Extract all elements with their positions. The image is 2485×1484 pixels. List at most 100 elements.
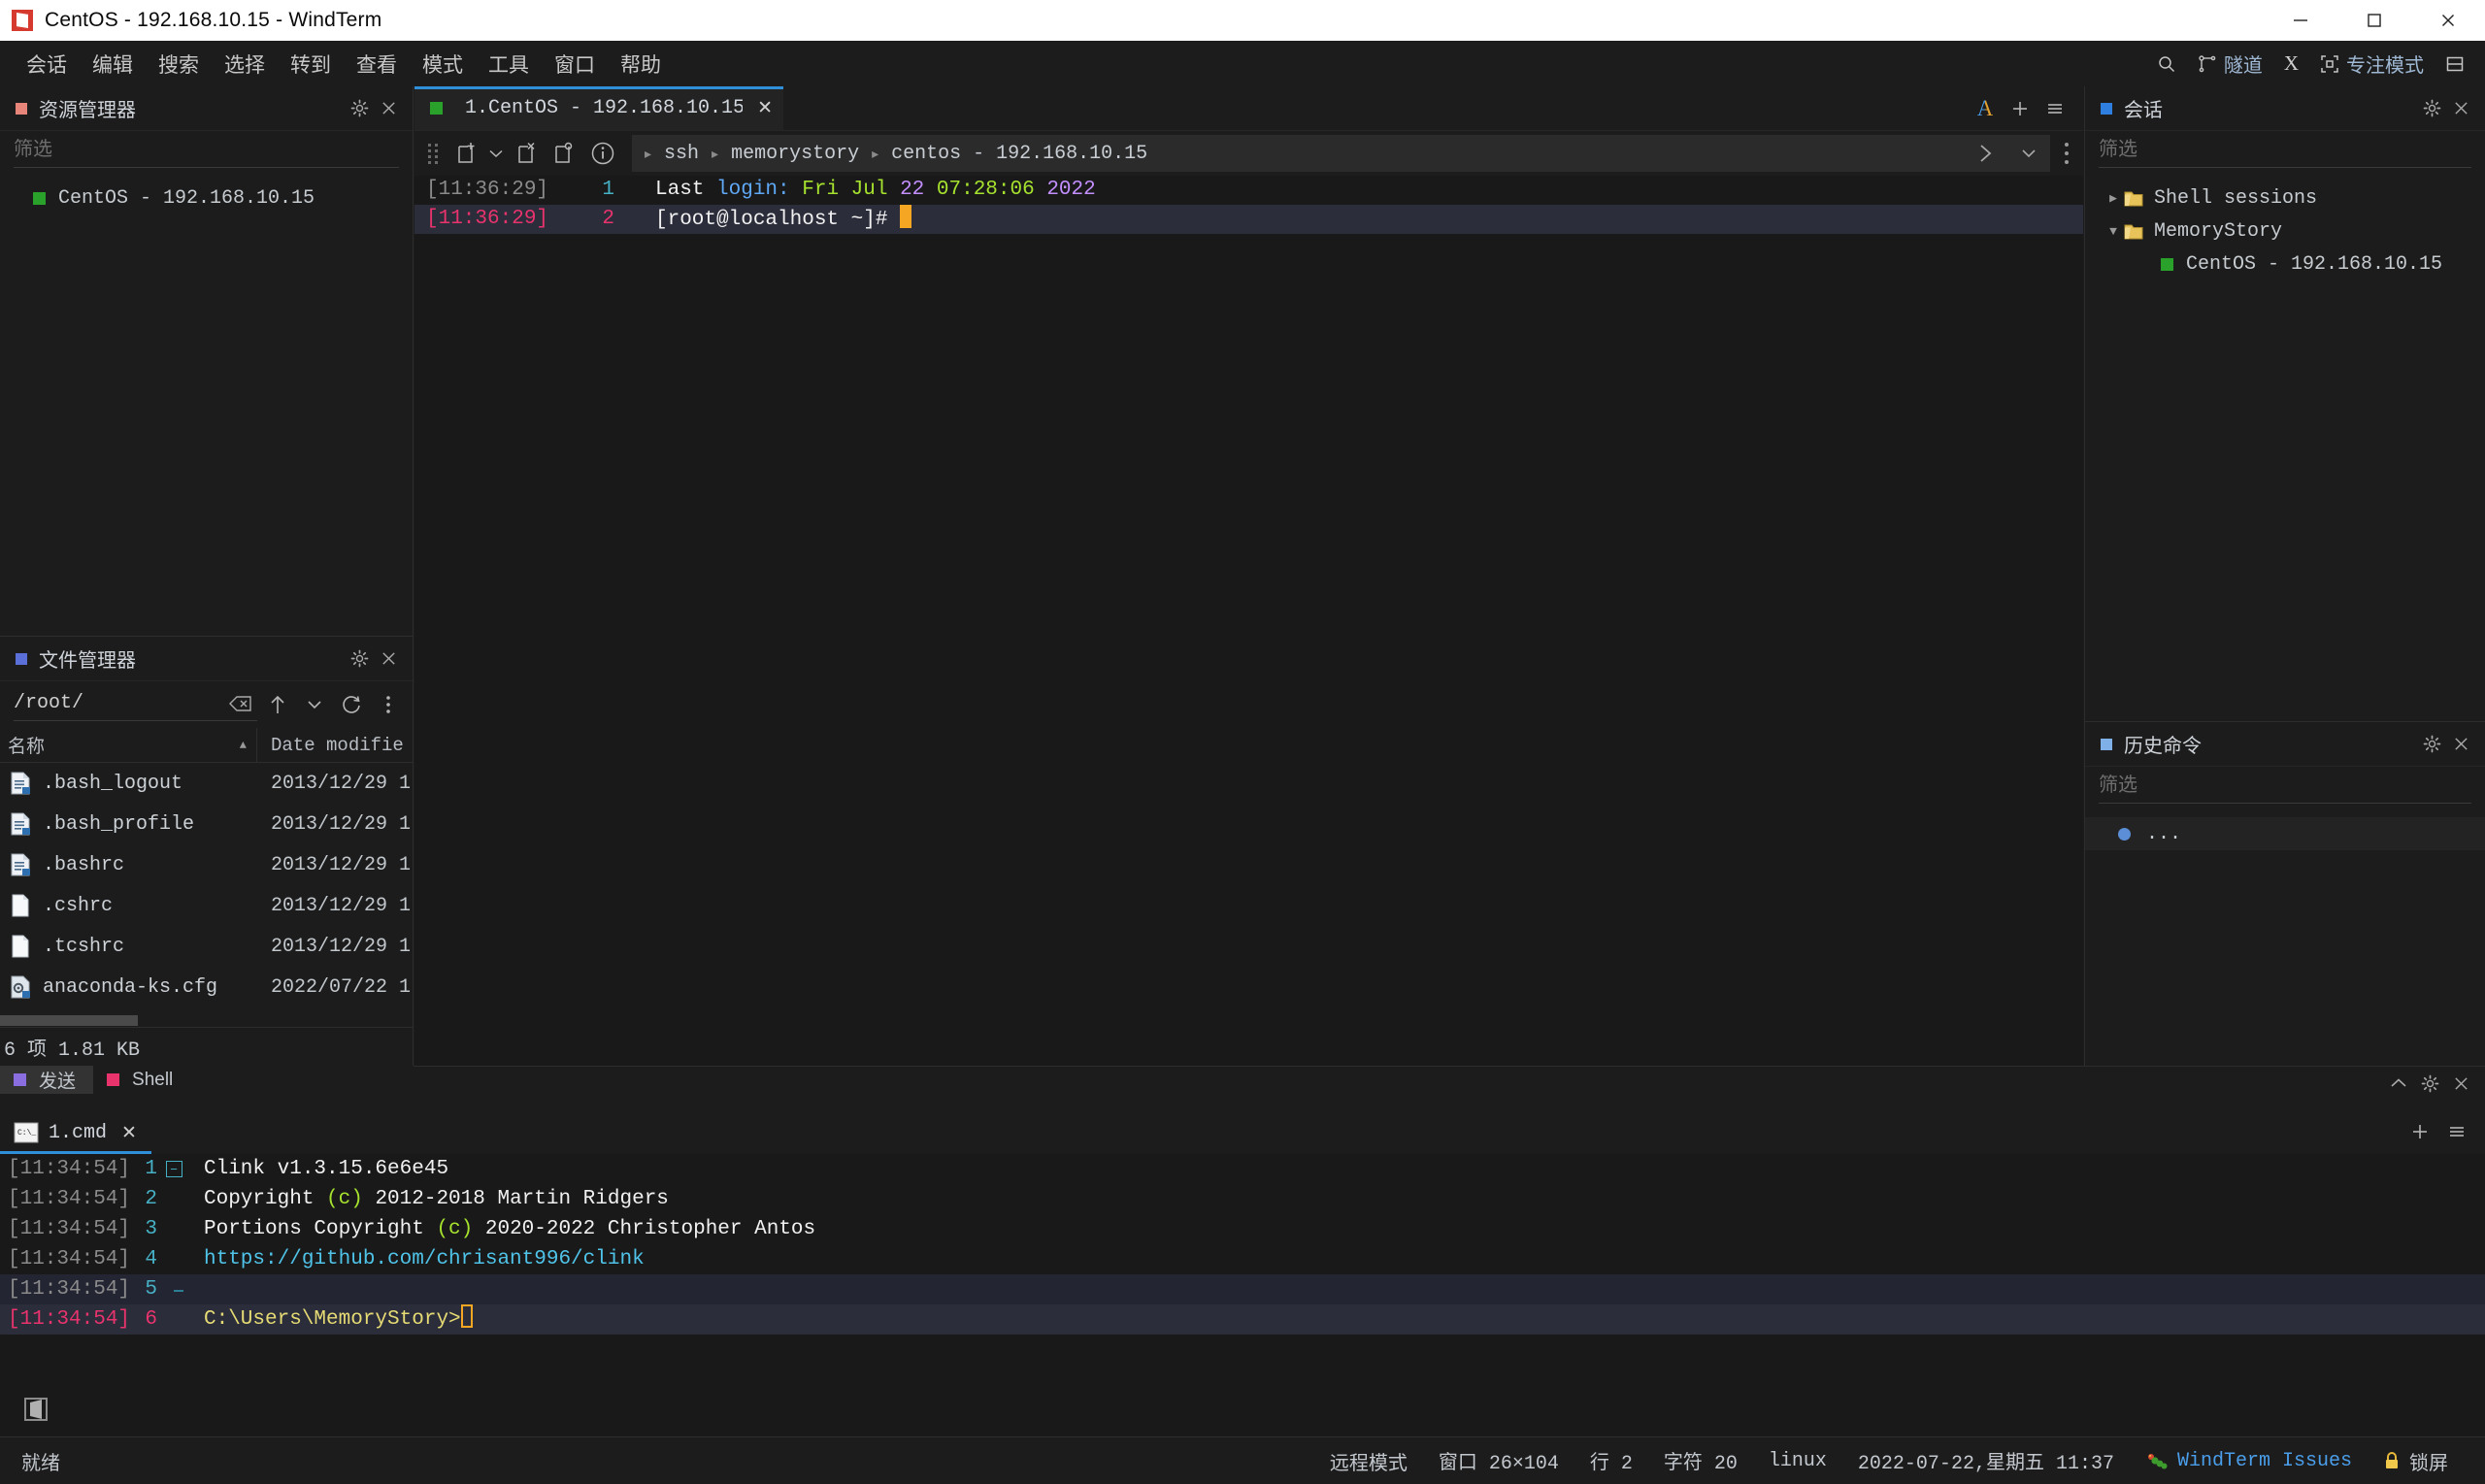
shell-panel-collapse-icon[interactable]	[2384, 1069, 2413, 1098]
tunnel-button[interactable]: 隧道	[2187, 45, 2273, 82]
history-close-icon[interactable]	[2446, 730, 2475, 759]
close-button[interactable]	[2411, 0, 2485, 41]
file-row[interactable]: .cshrc 2013/12/29 1	[0, 885, 413, 926]
minimize-button[interactable]	[2264, 0, 2337, 41]
explorer-close-icon[interactable]	[374, 94, 403, 123]
file-manager-more-icon[interactable]	[372, 689, 405, 720]
menu-view[interactable]: 查看	[344, 46, 410, 82]
fold-toggle-icon[interactable]: −	[157, 1161, 190, 1177]
history-filter-input[interactable]	[2099, 773, 2471, 804]
menu-search[interactable]: 搜索	[146, 46, 212, 82]
sessions-item-centos[interactable]: CentOS - 192.168.10.15	[2085, 247, 2485, 280]
run-command-icon[interactable]	[1965, 135, 2007, 172]
ssh-terminal-output[interactable]: [11:36:29] 1 Last login: Fri Jul 22 07:2…	[414, 176, 2083, 1066]
breadcrumb-user[interactable]: memorystory	[721, 140, 869, 168]
close-session-icon[interactable]	[508, 137, 545, 170]
terminal-tab-close-icon[interactable]: ✕	[752, 96, 778, 121]
reopen-session-icon[interactable]	[545, 137, 581, 170]
status-lock-screen[interactable]: 锁屏	[2368, 1443, 2464, 1479]
status-chars[interactable]: 字符 20	[1648, 1442, 1753, 1479]
shell-line-number: 6	[145, 1308, 157, 1331]
refresh-icon[interactable]	[335, 689, 368, 720]
explorer-item-centos[interactable]: CentOS - 192.168.10.15	[0, 181, 413, 214]
chevron-right-icon[interactable]: ▶	[2103, 191, 2124, 206]
menu-edit[interactable]: 编辑	[80, 46, 146, 82]
menu-goto[interactable]: 转到	[278, 46, 344, 82]
session-dropdown-icon[interactable]	[484, 137, 508, 170]
new-session-icon[interactable]	[447, 137, 484, 170]
terminal-area: 1.CentOS - 192.168.10.15 ✕ A ▸ ssh ▸ mem…	[414, 86, 2083, 1066]
history-item[interactable]: ...	[2085, 817, 2485, 850]
terminal-tab-centos[interactable]: 1.CentOS - 192.168.10.15 ✕	[414, 86, 783, 130]
font-settings-icon[interactable]: A	[1969, 92, 2002, 125]
layout-button[interactable]	[2435, 49, 2475, 79]
breadcrumb-host[interactable]: centos - 192.168.10.15	[881, 140, 1157, 168]
menu-select[interactable]: 选择	[212, 46, 278, 82]
maximize-button[interactable]	[2337, 0, 2411, 41]
status-remote-mode[interactable]: 远程模式	[1314, 1443, 1423, 1479]
tab-shell[interactable]: Shell	[93, 1066, 190, 1094]
menu-help[interactable]: 帮助	[608, 46, 674, 82]
new-terminal-tab-icon[interactable]	[2004, 92, 2037, 125]
shell-tabs-menu-icon[interactable]	[2440, 1115, 2473, 1148]
sessions-folder-memorystory[interactable]: ▼ MemoryStory	[2085, 214, 2485, 247]
file-row[interactable]: .bash_logout 2013/12/29 1	[0, 763, 413, 804]
parent-directory-icon[interactable]	[261, 689, 294, 720]
file-row[interactable]: anaconda-ks.cfg 2022/07/22 1	[0, 967, 413, 1007]
history-settings-gear-icon[interactable]	[2417, 730, 2446, 759]
status-datetime[interactable]: 2022-07-22,星期五 11:37	[1842, 1442, 2130, 1479]
file-row[interactable]: .tcshrc 2013/12/29 1	[0, 926, 413, 967]
path-field[interactable]: /root/	[14, 688, 257, 721]
file-row[interactable]: .bash_profile 2013/12/29 1	[0, 804, 413, 844]
seg-author: 2012-2018 Martin Ridgers	[362, 1188, 669, 1210]
column-date-modified[interactable]: Date modifie	[257, 735, 404, 756]
shell-tab-cmd[interactable]: C:\_ 1.cmd ✕	[0, 1111, 152, 1154]
file-manager-settings-gear-icon[interactable]	[345, 644, 374, 674]
shell-panel-settings-gear-icon[interactable]	[2415, 1069, 2444, 1098]
focus-mode-button[interactable]: 专注模式	[2309, 45, 2435, 82]
status-window-size[interactable]: 窗口 26×104	[1423, 1442, 1574, 1479]
toolbar-grip-handle[interactable]	[428, 141, 442, 166]
sessions-settings-gear-icon[interactable]	[2417, 94, 2446, 123]
history-dropdown-icon[interactable]	[298, 689, 331, 720]
search-button[interactable]	[2146, 49, 2187, 79]
tab-send[interactable]: 发送	[0, 1066, 94, 1094]
explorer-filter-input[interactable]	[14, 137, 399, 168]
file-manager-close-icon[interactable]	[374, 644, 403, 674]
new-shell-tab-icon[interactable]	[2403, 1115, 2436, 1148]
clink-url-link[interactable]: https://github.com/chrisant996/clink	[204, 1248, 645, 1270]
shell-panel-close-icon[interactable]	[2446, 1069, 2475, 1098]
session-info-icon[interactable]	[581, 137, 624, 170]
terminal-toolbar-more-icon[interactable]	[2050, 143, 2083, 164]
file-row[interactable]: .bashrc 2013/12/29 1	[0, 844, 413, 885]
clear-path-icon[interactable]	[224, 688, 257, 719]
shell-line-text: Copyright (c) 2012-2018 Martin Ridgers	[190, 1184, 669, 1214]
breadcrumb-path[interactable]: ▸ ssh ▸ memorystory ▸ centos - 192.168.1…	[632, 135, 2050, 172]
cmd-terminal-output[interactable]: [11:34:54] 1 − Clink v1.3.15.6e6e45 [11:…	[0, 1154, 2485, 1436]
menu-mode[interactable]: 模式	[410, 46, 476, 82]
menu-tools[interactable]: 工具	[476, 46, 542, 82]
breadcrumb-dropdown-icon[interactable]	[2007, 135, 2050, 172]
column-name[interactable]: 名称 ▲	[0, 728, 257, 762]
sessions-close-icon[interactable]	[2446, 94, 2475, 123]
scrollbar-thumb[interactable]	[0, 1015, 138, 1026]
windterm-status-logo	[21, 1395, 50, 1424]
status-line[interactable]: 行 2	[1574, 1442, 1648, 1479]
tab-shell-label: Shell	[132, 1069, 174, 1090]
file-list-horizontal-scrollbar[interactable]	[0, 1013, 413, 1027]
shell-tab-close-icon[interactable]: ✕	[116, 1120, 142, 1145]
seg-year: 2022	[1046, 179, 1096, 201]
terminal-tabs-menu-icon[interactable]	[2038, 92, 2071, 125]
status-issues-link[interactable]: WindTerm Issues	[2130, 1446, 2368, 1476]
x11-button[interactable]: X	[2273, 47, 2309, 81]
status-terminal-type[interactable]: linux	[1753, 1446, 1842, 1476]
breadcrumb-ssh[interactable]: ssh	[654, 140, 709, 168]
menu-window[interactable]: 窗口	[542, 46, 608, 82]
chevron-down-icon[interactable]: ▼	[2103, 224, 2124, 239]
sessions-folder-shell-sessions[interactable]: ▶ Shell sessions	[2085, 181, 2485, 214]
explorer-settings-gear-icon[interactable]	[345, 94, 374, 123]
menu-session[interactable]: 会话	[14, 46, 80, 82]
sessions-filter-input[interactable]	[2099, 137, 2471, 168]
send-tab-dot-icon	[14, 1073, 26, 1086]
shell-timestamp: [11:34:54]	[8, 1278, 131, 1301]
